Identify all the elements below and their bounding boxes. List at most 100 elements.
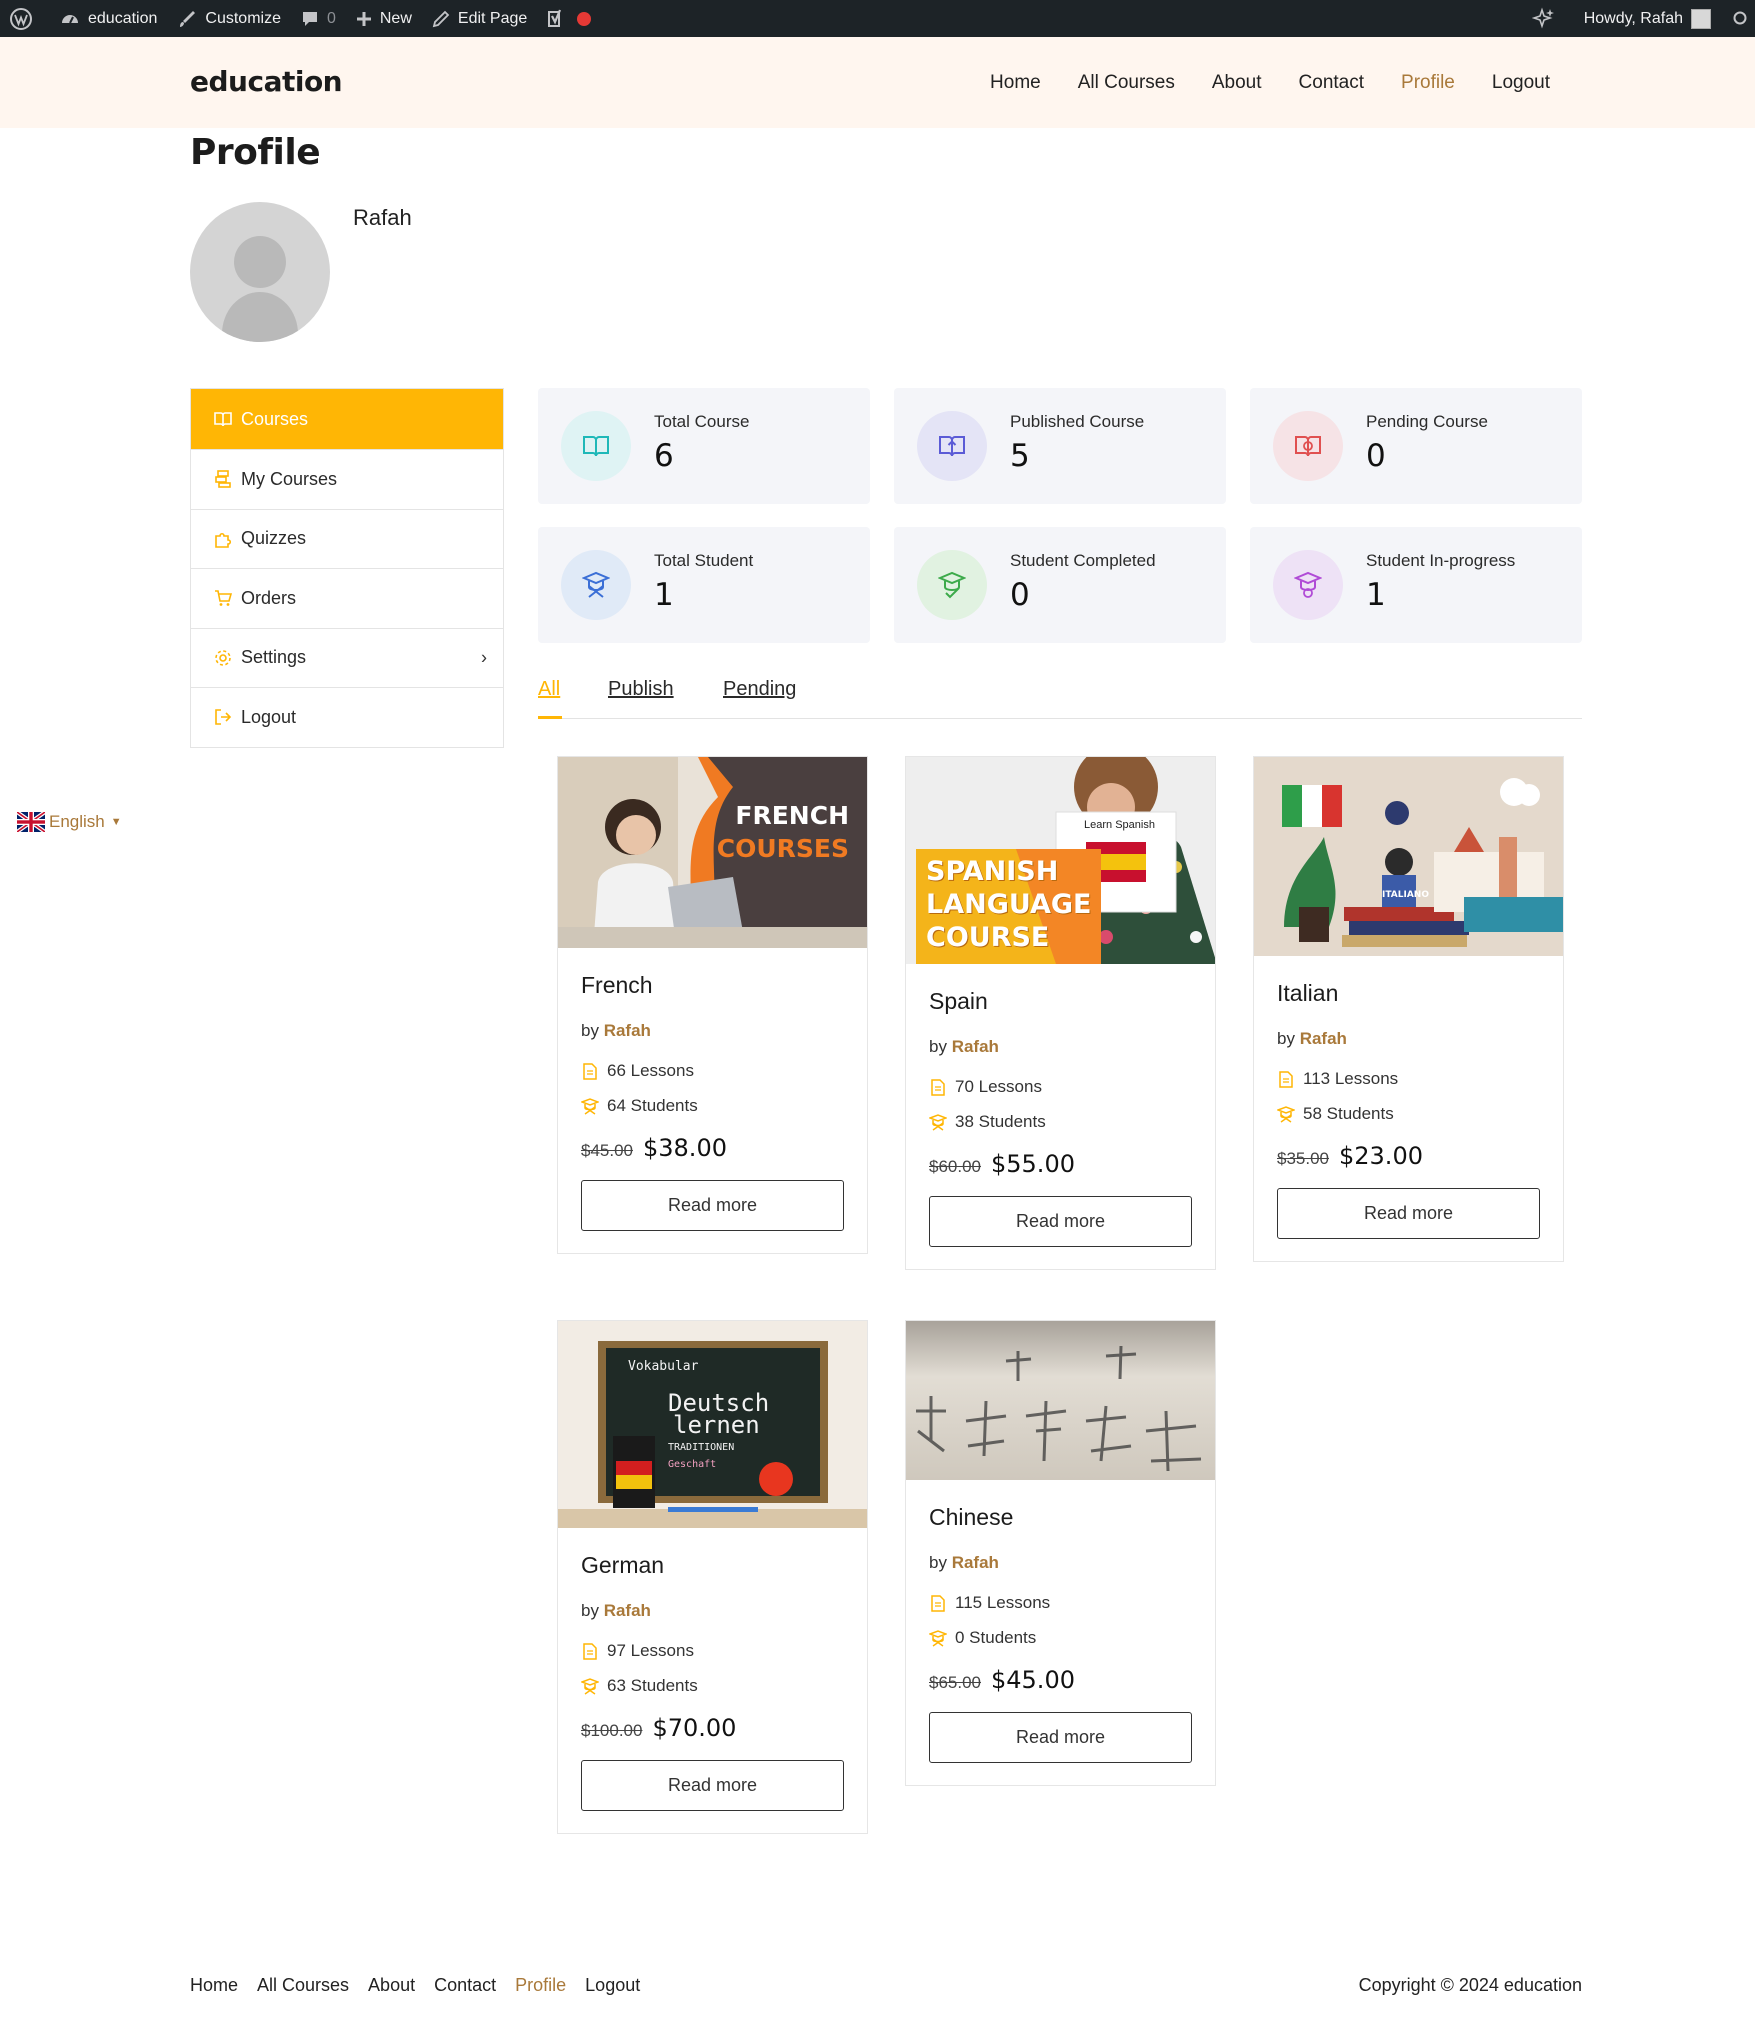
- read-more-button[interactable]: Read more: [929, 1712, 1192, 1763]
- tab-publish[interactable]: Publish: [608, 678, 674, 701]
- site-logo[interactable]: education: [190, 65, 343, 98]
- course-price: $35.00 $23.00: [1277, 1142, 1540, 1170]
- sidebar-item-label: Orders: [241, 587, 297, 608]
- account-menu[interactable]: Howdy, Rafah: [1574, 0, 1721, 37]
- thumb-word-5: Geschaft: [668, 1459, 717, 1470]
- language-switcher[interactable]: English ▼: [17, 812, 122, 832]
- customize-link[interactable]: Customize: [167, 0, 291, 37]
- course-thumbnail[interactable]: [906, 1321, 1215, 1480]
- read-more-button[interactable]: Read more: [929, 1196, 1192, 1247]
- sidebar-item-logout[interactable]: Logout: [191, 687, 503, 747]
- thumb-word-1: Vokabular: [628, 1359, 699, 1374]
- stat-label: Student In-progress: [1366, 551, 1516, 570]
- course-thumbnail[interactable]: Vokabular Deutsch lernen TRADITIONEN Ges…: [558, 1321, 867, 1528]
- course-card-french: FRENCH COURSES French by Rafah 66 Lesson…: [557, 756, 868, 1254]
- course-title[interactable]: German: [581, 1552, 844, 1579]
- original-price: $100.00: [581, 1721, 643, 1740]
- site-name: education: [88, 9, 158, 27]
- course-title[interactable]: Italian: [1277, 980, 1540, 1007]
- course-card-italian: ITALIANO Italian by Rafah 113 Lessons 58…: [1253, 756, 1564, 1262]
- ai-assistant-button[interactable]: [1522, 0, 1574, 37]
- comment-icon: [302, 11, 317, 26]
- language-label: English: [49, 812, 105, 831]
- sidebar-item-my-courses[interactable]: My Courses: [191, 449, 503, 509]
- nav-profile[interactable]: Profile: [1401, 72, 1455, 94]
- stat-value: 6: [654, 438, 674, 474]
- italian-course-image: [1254, 757, 1563, 956]
- course-title[interactable]: French: [581, 972, 844, 999]
- puzzle-icon: [213, 529, 233, 549]
- footer-link-contact[interactable]: Contact: [434, 1975, 496, 1996]
- footer-link-profile[interactable]: Profile: [515, 1975, 566, 1996]
- course-title[interactable]: Spain: [929, 988, 1192, 1015]
- sidebar-item-courses[interactable]: Courses: [191, 389, 503, 449]
- site-footer: Home All Courses About Contact Profile L…: [190, 1970, 1582, 2000]
- sidebar-item-orders[interactable]: Orders: [191, 568, 503, 628]
- read-more-button[interactable]: Read more: [1277, 1188, 1540, 1239]
- wordpress-logo-button[interactable]: [0, 0, 50, 37]
- footer-link-all-courses[interactable]: All Courses: [257, 1975, 349, 1996]
- stat-label: Student Completed: [1010, 551, 1156, 570]
- admin-avatar: [1691, 8, 1711, 29]
- book-pending-icon: [1273, 411, 1343, 481]
- seo-plugin-button[interactable]: [537, 0, 601, 37]
- yoast-icon: [548, 9, 562, 27]
- tab-all[interactable]: All: [538, 678, 560, 701]
- comments-link[interactable]: 0: [291, 0, 346, 37]
- course-students: 0 Students: [929, 1628, 1192, 1648]
- course-thumbnail[interactable]: FRENCH COURSES: [558, 757, 867, 948]
- course-students: 64 Students: [581, 1096, 844, 1116]
- nav-logout[interactable]: Logout: [1492, 72, 1550, 94]
- stat-pending-course: Pending Course 0: [1250, 388, 1582, 504]
- author-link[interactable]: Rafah: [952, 1037, 999, 1056]
- stat-published-course: Published Course 5: [894, 388, 1226, 504]
- thumb-line-2: COURSES: [716, 834, 849, 863]
- sidebar-item-label: Logout: [241, 706, 297, 727]
- nav-all-courses[interactable]: All Courses: [1078, 72, 1175, 94]
- sidebar-item-label: My Courses: [241, 468, 338, 489]
- new-content-link[interactable]: New: [346, 0, 422, 37]
- footer-link-home[interactable]: Home: [190, 1975, 238, 1996]
- admin-search-button[interactable]: [1721, 0, 1755, 37]
- course-author: by Rafah: [929, 1553, 999, 1572]
- course-thumbnail[interactable]: Learn Spanish SPANISH LANGUAGE COURSE: [906, 757, 1215, 964]
- read-more-button[interactable]: Read more: [581, 1760, 844, 1811]
- search-icon: [1733, 11, 1747, 24]
- pencil-icon: [432, 10, 450, 27]
- author-link[interactable]: Rafah: [604, 1021, 651, 1040]
- read-more-button[interactable]: Read more: [581, 1180, 844, 1231]
- footer-link-logout[interactable]: Logout: [585, 1975, 640, 1996]
- graduate-icon: [581, 1677, 599, 1695]
- nav-home[interactable]: Home: [990, 72, 1041, 94]
- sidebar-item-settings[interactable]: Settings ›: [191, 627, 503, 688]
- tab-pending[interactable]: Pending: [723, 678, 796, 701]
- course-thumbnail[interactable]: ITALIANO: [1254, 757, 1563, 956]
- author-link[interactable]: Rafah: [952, 1553, 999, 1572]
- sidebar-item-label: Quizzes: [241, 528, 307, 549]
- edit-page-link[interactable]: Edit Page: [422, 0, 537, 37]
- site-header: education Home All Courses About Contact…: [0, 37, 1755, 128]
- course-title[interactable]: Chinese: [929, 1504, 1192, 1531]
- page-title: Profile: [190, 132, 321, 173]
- author-link[interactable]: Rafah: [1300, 1029, 1347, 1048]
- sidebar-item-quizzes[interactable]: Quizzes: [191, 508, 503, 569]
- profile-avatar: [190, 202, 330, 342]
- course-price: $65.00 $45.00: [929, 1666, 1192, 1694]
- stat-label: Pending Course: [1366, 412, 1488, 431]
- seo-status-dot: [577, 11, 592, 26]
- thumb-line-2: LANGUAGE: [926, 889, 1092, 920]
- course-lessons: 113 Lessons: [1277, 1069, 1540, 1089]
- sidebar-item-label: Settings: [241, 647, 307, 668]
- footer-link-about[interactable]: About: [368, 1975, 415, 1996]
- course-card-spain: Learn Spanish SPANISH LANGUAGE COURSE Sp…: [905, 756, 1216, 1270]
- graduate-icon: [581, 1097, 599, 1115]
- graduate-icon: [1277, 1105, 1295, 1123]
- site-name-link[interactable]: education: [50, 0, 167, 37]
- nav-contact[interactable]: Contact: [1299, 72, 1364, 94]
- stat-student-in-progress: Student In-progress 1: [1250, 527, 1582, 643]
- graduate-progress-icon: [1273, 550, 1343, 620]
- nav-about[interactable]: About: [1212, 72, 1262, 94]
- author-link[interactable]: Rafah: [604, 1601, 651, 1620]
- chevron-right-icon: ›: [481, 647, 487, 668]
- course-lessons: 115 Lessons: [929, 1593, 1192, 1613]
